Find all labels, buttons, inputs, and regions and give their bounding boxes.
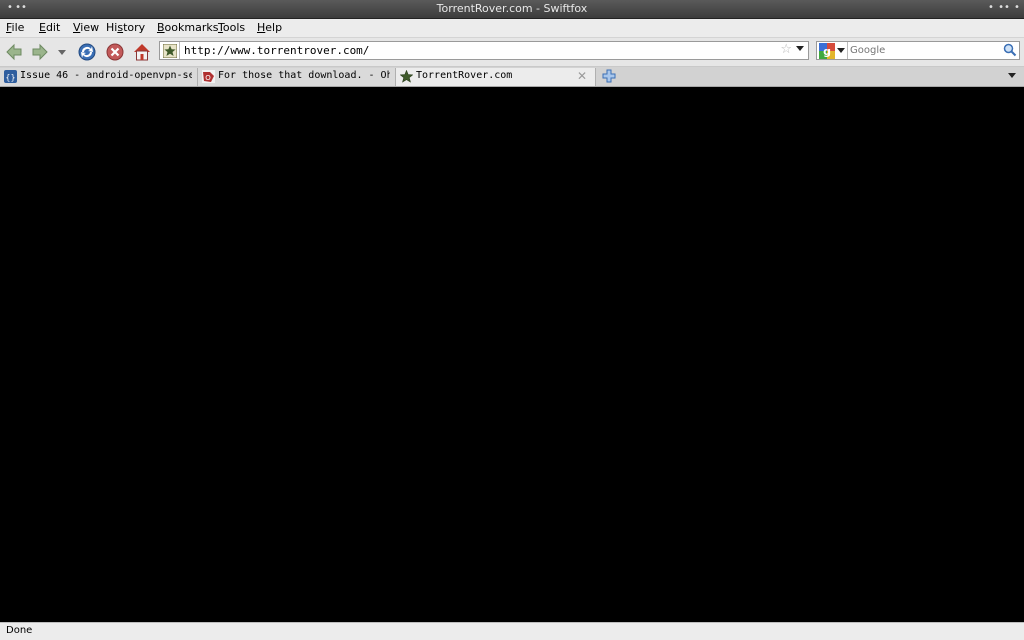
back-arrow-icon[interactable] xyxy=(4,42,24,62)
tab-label: TorrentRover.com xyxy=(416,70,513,81)
menu-view[interactable]: View xyxy=(73,21,99,34)
tab-torrentrover[interactable]: TorrentRover.com ✕ xyxy=(396,68,596,86)
close-window-icon[interactable]: • xyxy=(1011,1,1023,15)
navigation-toolbar: http://www.torrentrover.com/ ☆ g xyxy=(0,38,1024,67)
svg-text:g: g xyxy=(823,45,831,58)
list-all-tabs-icon[interactable] xyxy=(1008,73,1016,78)
status-text: Done xyxy=(6,625,33,636)
menu-help[interactable]: Help xyxy=(257,21,282,34)
menu-file[interactable]: File xyxy=(6,21,24,34)
search-box[interactable]: g xyxy=(816,41,1020,60)
window-titlebar: • •• TorrentRover.com - Swiftfox • •• • xyxy=(0,0,1024,19)
bookmark-star-icon[interactable]: ☆ xyxy=(780,42,792,57)
site-star-badge-icon[interactable] xyxy=(163,44,177,58)
url-dropdown-icon[interactable] xyxy=(796,46,804,51)
url-text[interactable]: http://www.torrentrover.com/ xyxy=(184,44,369,57)
minimize-icon[interactable]: • xyxy=(985,1,997,15)
search-separator xyxy=(847,42,848,59)
url-separator xyxy=(179,42,180,59)
google-code-icon: {} xyxy=(4,70,17,83)
reload-icon[interactable] xyxy=(77,42,97,62)
stop-icon[interactable] xyxy=(105,42,125,62)
menu-bar: File Edit View History Bookmarks Tools H… xyxy=(0,19,1024,38)
ohio-icon: O xyxy=(202,70,215,83)
tab-for-those-that-download[interactable]: O For those that download. - Ohi… xyxy=(198,68,396,86)
tab-label: Issue 46 - android-openvpn-set… xyxy=(20,70,192,81)
home-icon[interactable] xyxy=(132,42,152,62)
tab-label: For those that download. - Ohi… xyxy=(218,70,390,81)
svg-text:{}: {} xyxy=(5,73,15,82)
window-title: TorrentRover.com - Swiftfox xyxy=(436,2,588,15)
star-badge-icon xyxy=(400,70,413,83)
url-bar[interactable]: http://www.torrentrover.com/ ☆ xyxy=(159,41,809,60)
search-input[interactable] xyxy=(850,43,1000,58)
page-content[interactable] xyxy=(0,87,1024,622)
history-dropdown-icon[interactable] xyxy=(56,42,68,62)
svg-text:O: O xyxy=(205,74,211,82)
menu-tools[interactable]: Tools xyxy=(218,21,245,34)
magnifier-icon[interactable] xyxy=(1003,43,1017,57)
new-tab-plus-icon[interactable] xyxy=(602,69,616,83)
google-engine-icon[interactable]: g xyxy=(819,43,835,59)
tab-issue-46[interactable]: {} Issue 46 - android-openvpn-set… xyxy=(0,68,198,86)
menu-edit[interactable]: Edit xyxy=(39,21,60,34)
maximize-icon[interactable]: •• xyxy=(998,1,1010,15)
forward-arrow-icon[interactable] xyxy=(30,42,50,62)
menu-bookmarks[interactable]: Bookmarks xyxy=(157,21,218,34)
engine-dropdown-icon[interactable] xyxy=(837,48,845,53)
close-tab-icon[interactable]: ✕ xyxy=(577,69,587,83)
menu-history[interactable]: History xyxy=(106,21,145,34)
status-bar: Done xyxy=(0,622,1024,640)
tab-strip: {} Issue 46 - android-openvpn-set… O For… xyxy=(0,67,1024,87)
